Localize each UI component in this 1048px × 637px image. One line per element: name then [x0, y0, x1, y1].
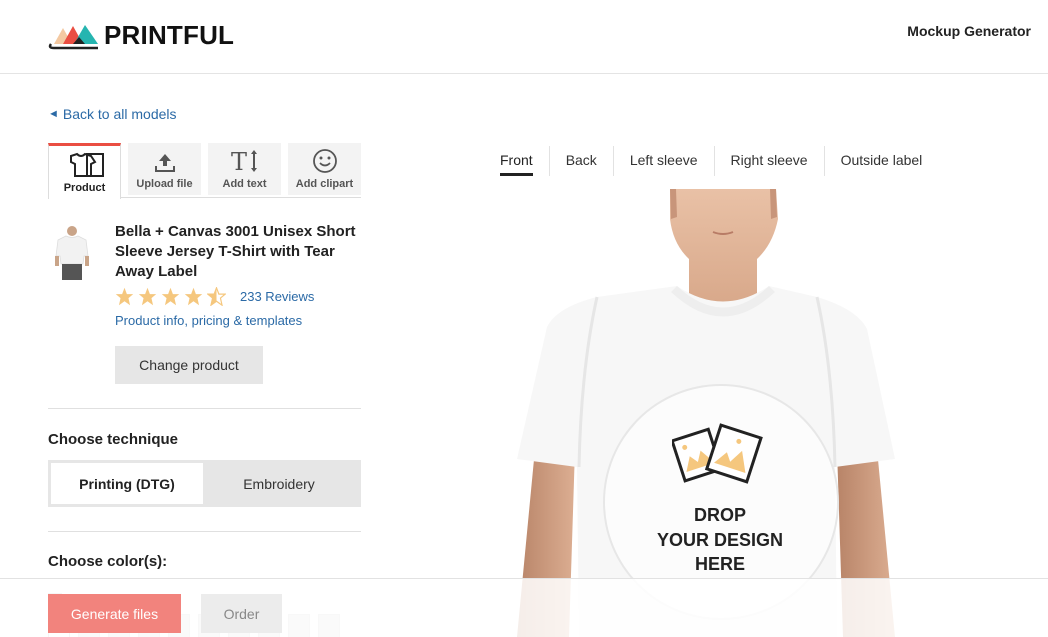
star-icon: [138, 287, 157, 306]
back-link-label: Back to all models: [62, 106, 177, 122]
order-button[interactable]: Order: [201, 594, 282, 633]
tab-add-clipart[interactable]: Add clipart: [288, 143, 361, 195]
brand-name: PRINTFUL: [104, 20, 235, 50]
tab-right-sleeve[interactable]: Right sleeve: [713, 146, 824, 176]
star-icon: [161, 287, 180, 306]
drop-design-text: DROP YOUR DESIGN HERE: [620, 503, 820, 577]
tab-left-sleeve[interactable]: Left sleeve: [612, 146, 714, 176]
tshirt-icon: [69, 152, 104, 177]
technique-title: Choose technique: [48, 431, 179, 448]
tool-tabs: Product Upload file T Add text Add clipa…: [48, 143, 361, 199]
color-title: Choose color(s):: [48, 553, 168, 570]
generate-files-button[interactable]: Generate files: [48, 594, 181, 633]
star-icon: [184, 287, 203, 306]
printful-logo-icon: [48, 25, 98, 50]
divider: [48, 408, 361, 409]
product-rating: 233 Reviews: [115, 287, 314, 306]
svg-text:T: T: [231, 148, 247, 174]
drop-text-line: DROP: [693, 505, 746, 525]
technique-toggle: Printing (DTG) Embroidery: [48, 460, 361, 507]
reviews-link[interactable]: 233 Reviews: [240, 289, 314, 304]
header: PRINTFUL Mockup Generator: [0, 0, 1048, 74]
smiley-icon: [312, 149, 337, 173]
tab-outside-label[interactable]: Outside label: [823, 146, 939, 176]
placement-tabs: Front Back Left sleeve Right sleeve Outs…: [500, 146, 938, 176]
tab-product-label: Product: [63, 182, 106, 194]
tab-clipart-label: Add clipart: [295, 178, 354, 190]
tab-add-text[interactable]: T Add text: [208, 143, 281, 195]
back-to-models-link[interactable]: ◄ Back to all models: [48, 106, 177, 122]
star-rating: [115, 287, 226, 306]
drop-text-line: HERE: [694, 554, 745, 574]
tab-product[interactable]: Product: [48, 143, 121, 199]
tab-upload-file[interactable]: Upload file: [128, 143, 201, 195]
tab-back[interactable]: Back: [548, 146, 613, 176]
change-product-button[interactable]: Change product: [115, 346, 263, 384]
printful-logo[interactable]: PRINTFUL: [48, 20, 234, 50]
tab-front[interactable]: Front: [500, 146, 549, 176]
tab-text-label: Add text: [222, 178, 267, 190]
text-icon: T: [231, 148, 257, 174]
star-icon: [115, 287, 134, 306]
star-half-icon: [207, 287, 226, 306]
technique-embroidery[interactable]: Embroidery: [203, 463, 355, 504]
images-icon: [672, 423, 763, 484]
product-thumbnail: [55, 226, 89, 280]
technique-printing-dtg[interactable]: Printing (DTG): [51, 463, 203, 504]
arrow-left-icon: ◄: [48, 108, 59, 120]
product-name: Bella + Canvas 3001 Unisex Short Sleeve …: [115, 223, 356, 280]
bottom-action-bar: Generate files Order: [0, 578, 1048, 637]
drop-text-line: YOUR DESIGN: [656, 529, 784, 550]
page-title: Mockup Generator: [907, 23, 1031, 39]
tab-upload-label: Upload file: [136, 178, 193, 190]
divider: [48, 531, 361, 532]
product-info-link[interactable]: Product info, pricing & templates: [115, 313, 302, 328]
upload-icon: [154, 154, 175, 172]
